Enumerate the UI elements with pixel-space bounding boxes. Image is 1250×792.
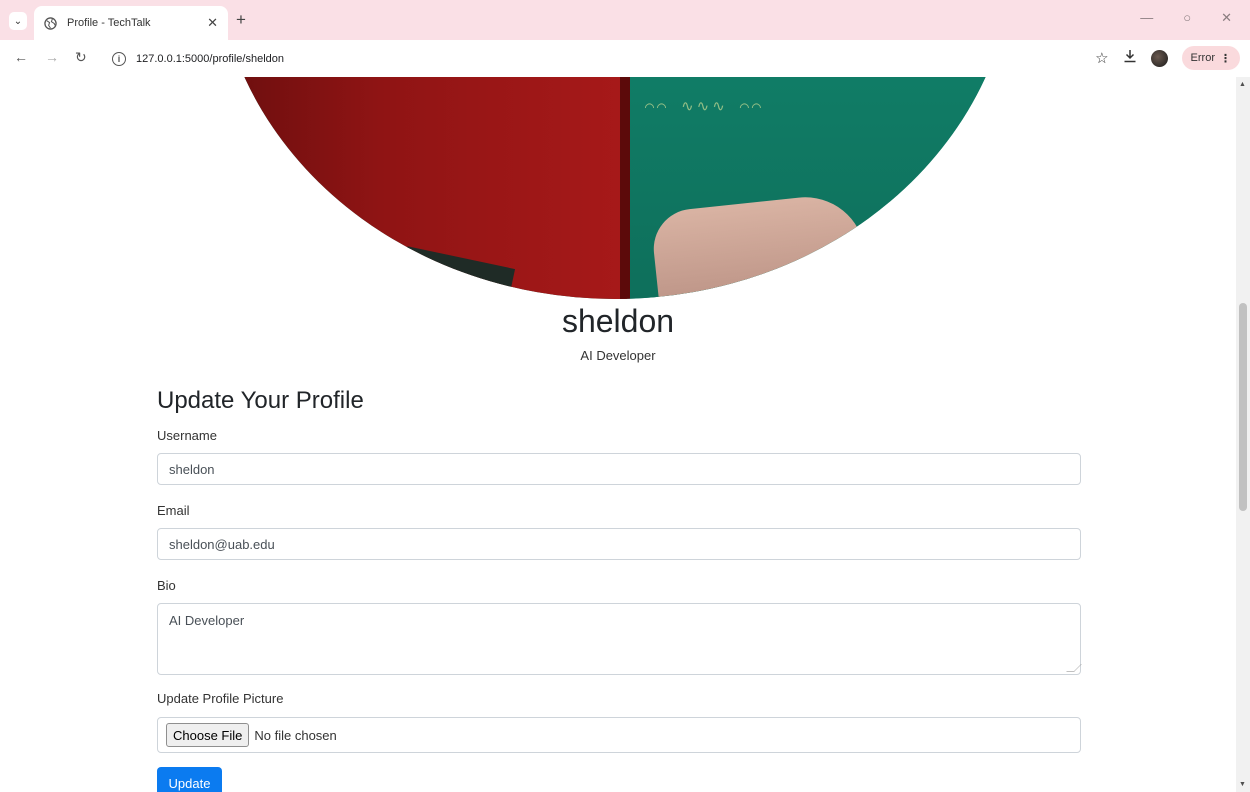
page-scrollbar[interactable]: ▲ ▼ [1236, 77, 1250, 792]
browser-tab-active[interactable]: Profile - TechTalk ✕ [34, 6, 228, 40]
site-info-icon[interactable]: i [112, 51, 126, 66]
browser-tab-strip: ⌄ Profile - TechTalk ✕ + — ○ ✕ [0, 0, 1250, 40]
username-input[interactable]: sheldon [157, 453, 1081, 485]
resize-grip-icon[interactable] [1066, 664, 1082, 672]
page-viewport: ⌒⌒ ∿∿∿ ⌒⌒ sheldon AI Developer Update Yo… [0, 77, 1236, 792]
window-close-icon[interactable]: ✕ [1221, 10, 1232, 26]
bio-textarea[interactable]: AI Developer [157, 603, 1082, 675]
download-icon[interactable] [1123, 49, 1137, 67]
reload-icon[interactable]: ↻ [75, 49, 87, 66]
email-label: Email [157, 503, 190, 518]
choose-file-button[interactable]: Choose File [166, 723, 250, 747]
email-input[interactable]: sheldon@uab.edu [157, 528, 1081, 560]
scroll-up-icon[interactable]: ▲ [1239, 81, 1246, 88]
form-heading: Update Your Profile [157, 387, 364, 414]
bio-label: Bio [157, 578, 176, 593]
error-button[interactable]: Error ⋮ [1181, 46, 1240, 70]
tab-close-icon[interactable]: ✕ [207, 15, 218, 31]
scroll-thumb[interactable] [1239, 303, 1247, 511]
minimize-icon[interactable]: — [1140, 10, 1153, 26]
profile-username: sheldon [561, 303, 675, 339]
kebab-menu-icon: ⋮ [1220, 52, 1231, 65]
profile-picture-file-input[interactable]: Choose File No file chosen [157, 717, 1081, 753]
address-bar[interactable]: i 127.0.0.1:5000/profile/sheldon [104, 45, 1104, 72]
globe-icon [44, 16, 58, 30]
profile-bio: AI Developer [580, 348, 656, 363]
toolbar-actions: ☆ Error ⋮ [1095, 46, 1240, 70]
chevron-down-icon: ⌄ [13, 15, 23, 27]
error-label: Error [1190, 52, 1215, 64]
update-profile-form: Update Your Profile Username sheldon Ema… [157, 387, 1082, 792]
username-label: Username [157, 428, 217, 443]
url-text: 127.0.0.1:5000/profile/sheldon [136, 52, 285, 65]
bookmark-star-icon[interactable]: ☆ [1095, 49, 1108, 67]
file-status-text: No file chosen [254, 727, 337, 743]
browser-toolbar: ← → ↻ i 127.0.0.1:5000/profile/sheldon ☆… [0, 40, 1250, 77]
picture-label: Update Profile Picture [157, 691, 284, 706]
update-button[interactable]: Update [157, 767, 222, 792]
new-tab-icon[interactable]: + [236, 10, 246, 30]
scroll-down-icon[interactable]: ▼ [1239, 781, 1246, 788]
window-controls: — ○ ✕ [1140, 10, 1250, 26]
forward-arrow-icon[interactable]: → [45, 49, 59, 65]
profile-avatar[interactable] [1150, 49, 1168, 67]
tab-title: Profile - TechTalk [67, 17, 151, 29]
restore-icon[interactable]: ○ [1183, 10, 1191, 26]
back-arrow-icon[interactable]: ← [14, 49, 28, 65]
profile-picture: ⌒⌒ ∿∿∿ ⌒⌒ [215, 77, 1015, 299]
tab-search-button[interactable]: ⌄ [9, 12, 27, 30]
